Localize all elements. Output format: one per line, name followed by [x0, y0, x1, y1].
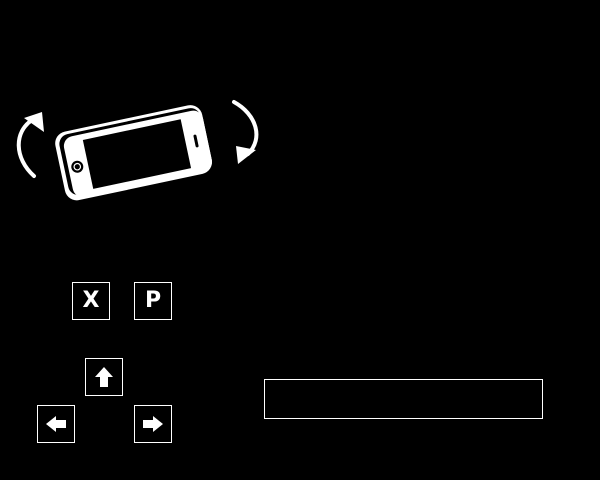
right-arrow-button[interactable] — [134, 405, 172, 443]
left-arrow-button[interactable] — [37, 405, 75, 443]
p-key-label: P — [144, 288, 162, 313]
p-key-button[interactable]: P — [134, 282, 172, 320]
up-arrow-button[interactable] — [85, 358, 123, 396]
rotate-left-arrow-icon — [16, 112, 44, 178]
x-key-label: X — [82, 288, 100, 313]
arrow-right-icon — [142, 415, 164, 433]
arrow-left-icon — [45, 415, 67, 433]
arrow-up-icon — [94, 366, 114, 388]
phone-icon — [55, 105, 213, 201]
message-box — [264, 379, 543, 419]
x-key-button[interactable]: X — [72, 282, 110, 320]
rotate-right-arrow-icon — [232, 100, 259, 164]
rotate-device-hint — [0, 80, 280, 220]
